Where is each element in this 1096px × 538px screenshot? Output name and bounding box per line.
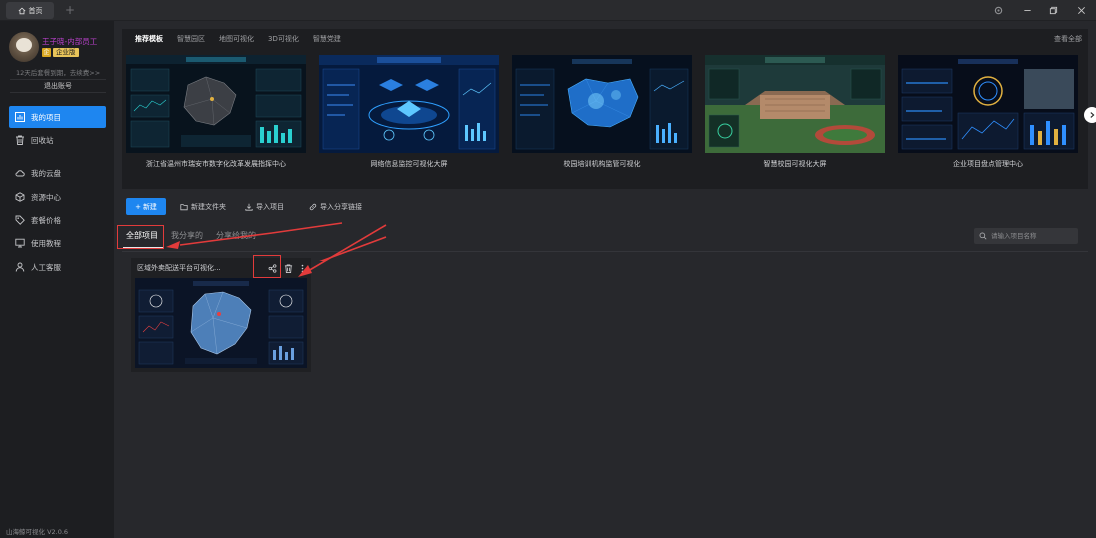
- sidebar-item-label: 人工客服: [31, 262, 61, 272]
- annotation-arrow-share: [298, 224, 387, 277]
- template-title: 网络信息监控可视化大屏: [370, 160, 448, 168]
- sidebar-item-resource-center[interactable]: 资源中心: [9, 186, 106, 208]
- chart-icon: [15, 112, 25, 122]
- sidebar-item-label: 使用教程: [31, 238, 61, 248]
- template-card[interactable]: 智慧校园可视化大屏: [705, 55, 885, 179]
- template-thumbnail: [319, 55, 499, 153]
- title-bar: 首页 +: [0, 0, 1096, 21]
- tab-party-building[interactable]: 智慧党建: [313, 34, 341, 44]
- close-icon[interactable]: [1074, 3, 1088, 17]
- next-arrow-button[interactable]: [1084, 107, 1096, 123]
- project-title: 区域外卖配送平台可视化...: [137, 264, 221, 272]
- sidebar-item-label: 套餐价格: [31, 215, 61, 225]
- project-thumbnail: [135, 278, 307, 368]
- search-icon: [979, 232, 987, 240]
- logout-button[interactable]: 退出账号: [10, 79, 106, 93]
- enterprise-icon: 企: [42, 47, 51, 57]
- search-box[interactable]: [974, 228, 1078, 244]
- search-input[interactable]: [991, 232, 1076, 240]
- renew-link[interactable]: 12天后套餐到期，去续费>>: [16, 67, 100, 77]
- home-icon: [18, 7, 25, 14]
- template-tabs: 推荐模板 智慧园区 地图可视化 3D可视化 智慧党建: [135, 34, 341, 44]
- cloud-icon: [15, 170, 25, 177]
- template-thumbnail: [512, 55, 692, 153]
- template-card[interactable]: 企业项目盘点管理中心: [898, 55, 1078, 179]
- tab-home[interactable]: 首页: [6, 2, 54, 19]
- tab-3d[interactable]: 3D可视化: [268, 34, 299, 44]
- template-card[interactable]: 网络信息监控可视化大屏: [319, 55, 499, 179]
- sidebar-item-cloud-drive[interactable]: 我的云盘: [9, 162, 106, 184]
- template-card[interactable]: 浙江省温州市瑞安市数字化改革发展指挥中心: [126, 55, 306, 179]
- see-all-link[interactable]: 查看全部: [1054, 34, 1082, 44]
- tab-map[interactable]: 地图可视化: [219, 34, 254, 44]
- template-thumbnail: [126, 55, 306, 153]
- minimize-icon[interactable]: [1020, 3, 1034, 17]
- trash-icon: [16, 135, 24, 145]
- monitor-icon: [15, 238, 25, 248]
- restore-icon[interactable]: [1046, 3, 1060, 17]
- sidebar-item-tutorials[interactable]: 使用教程: [9, 232, 106, 254]
- tab-recommended[interactable]: 推荐模板: [135, 34, 163, 44]
- template-title: 智慧校园可视化大屏: [763, 160, 827, 168]
- enterprise-label: 企业版: [53, 47, 79, 57]
- template-title: 企业项目盘点管理中心: [953, 160, 1023, 168]
- username: 王子晓-内部员工: [42, 37, 98, 46]
- main-content: 推荐模板 智慧园区 地图可视化 3D可视化 智慧党建 查看全部 浙江省温州市瑞安…: [114, 21, 1096, 538]
- sidebar-item-recycle-bin[interactable]: 回收站: [9, 129, 106, 151]
- template-panel: 推荐模板 智慧园区 地图可视化 3D可视化 智慧党建 查看全部 浙江省温州市瑞安…: [122, 29, 1096, 189]
- enterprise-badge: 企 企业版: [42, 47, 79, 57]
- person-icon: [15, 262, 25, 272]
- template-title: 校园培训机构监管可视化: [563, 160, 641, 168]
- sidebar-item-pricing[interactable]: 套餐价格: [9, 209, 106, 231]
- settings-icon[interactable]: [991, 3, 1005, 17]
- template-title: 浙江省温州市瑞安市数字化改革发展指挥中心: [146, 160, 286, 168]
- sidebar: 王子晓-内部员工 企 企业版 12天后套餐到期，去续费>> 退出账号 我的项目 …: [0, 21, 114, 538]
- sidebar-item-label: 资源中心: [31, 192, 61, 202]
- sidebar-item-label: 我的云盘: [31, 168, 61, 178]
- sidebar-item-customer-service[interactable]: 人工客服: [9, 256, 106, 278]
- cube-icon: [15, 192, 25, 202]
- chevron-right-icon: [1090, 112, 1095, 118]
- template-thumbnail: [705, 55, 885, 153]
- tab-smart-park[interactable]: 智慧园区: [177, 34, 205, 44]
- tag-icon: [15, 215, 25, 225]
- version-label: 山海鲸可视化 V2.0.6: [6, 528, 69, 536]
- tab-home-label: 首页: [28, 6, 43, 15]
- template-card[interactable]: 校园培训机构监管可视化: [512, 55, 692, 179]
- sidebar-item-label: 回收站: [31, 135, 54, 145]
- avatar[interactable]: [9, 32, 39, 62]
- template-thumbnail: [898, 55, 1078, 153]
- sidebar-item-label: 我的项目: [31, 112, 61, 122]
- sidebar-item-my-projects[interactable]: 我的项目: [9, 106, 106, 128]
- add-tab-button[interactable]: +: [64, 3, 76, 17]
